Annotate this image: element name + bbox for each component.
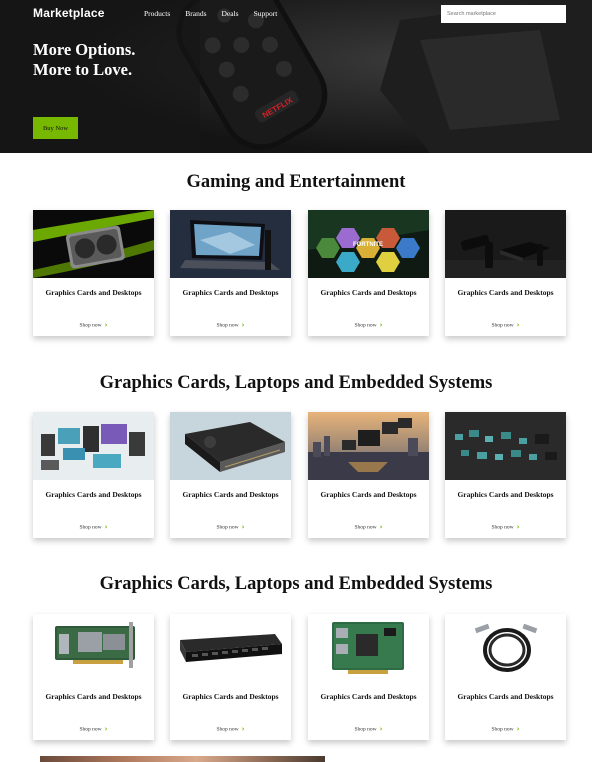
chevron-right-icon: › xyxy=(516,523,520,531)
game-collage-image: FORTNITE xyxy=(308,210,429,278)
chevron-right-icon: › xyxy=(241,321,245,329)
hero-headline-line2: More to Love. xyxy=(33,60,133,79)
gaming-laptop-image xyxy=(170,210,291,278)
shop-now-label: Shop now xyxy=(354,322,377,329)
product-card[interactable]: Graphics Cards and Desktops Shop now › xyxy=(170,614,291,740)
shop-now-label: Shop now xyxy=(216,524,239,531)
nav-products[interactable]: Products xyxy=(144,9,170,18)
next-section-image-edge xyxy=(40,756,325,762)
dpu-card-image xyxy=(308,614,429,682)
shop-now-label: Shop now xyxy=(216,726,239,733)
product-card[interactable]: Graphics Cards and Desktops Shop now › xyxy=(33,210,154,336)
nav-deals[interactable]: Deals xyxy=(222,9,239,18)
brand-logo[interactable]: Marketplace xyxy=(33,6,105,20)
shop-now-link[interactable]: Shop now › xyxy=(445,725,566,733)
chevron-right-icon: › xyxy=(104,725,108,733)
hero-headline: More Options. More to Love. xyxy=(33,40,135,80)
card-title: Graphics Cards and Desktops xyxy=(182,288,279,297)
hero-headline-line1: More Options. xyxy=(33,40,136,59)
shop-now-link[interactable]: Shop now › xyxy=(308,523,429,531)
product-card[interactable]: Graphics Cards and Desktops Shop now › xyxy=(308,412,429,538)
buy-now-button[interactable]: Buy Now xyxy=(33,117,78,139)
main-nav: Products Brands Deals Support xyxy=(144,9,292,18)
shop-now-link[interactable]: Shop now › xyxy=(170,523,291,531)
embedded-modules-image xyxy=(445,412,566,480)
cable-image xyxy=(445,614,566,682)
svg-text:FORTNITE: FORTNITE xyxy=(353,242,383,248)
network-switch-image xyxy=(170,614,291,682)
card-title: Graphics Cards and Desktops xyxy=(320,692,417,701)
shop-now-label: Shop now xyxy=(216,322,239,329)
shop-now-link[interactable]: Shop now › xyxy=(170,725,291,733)
shop-now-link[interactable]: Shop now › xyxy=(170,321,291,329)
card-title: Graphics Cards and Desktops xyxy=(457,692,554,701)
shop-now-label: Shop now xyxy=(79,726,102,733)
card-title: Graphics Cards and Desktops xyxy=(182,692,279,701)
product-card[interactable]: Graphics Cards and Desktops Shop now › xyxy=(170,412,291,538)
card-title: Graphics Cards and Desktops xyxy=(45,490,142,499)
shop-now-label: Shop now xyxy=(354,726,377,733)
card-title: Graphics Cards and Desktops xyxy=(182,490,279,499)
shop-now-link[interactable]: Shop now › xyxy=(33,523,154,531)
product-card[interactable]: Graphics Cards and Desktops Shop now › xyxy=(33,614,154,740)
shop-now-link[interactable]: Shop now › xyxy=(445,523,566,531)
chevron-right-icon: › xyxy=(104,523,108,531)
graphics-card-image xyxy=(33,210,154,278)
product-card[interactable]: Graphics Cards and Desktops Shop now › xyxy=(170,210,291,336)
shop-now-link[interactable]: Shop now › xyxy=(33,725,154,733)
streaming-devices-image xyxy=(445,210,566,278)
chevron-right-icon: › xyxy=(516,321,520,329)
product-card[interactable]: FORTNITE Graphics Cards and Desktops Sho… xyxy=(308,210,429,336)
hero-banner: NETFLIX Marketplace Products Brands Deal… xyxy=(0,0,592,153)
pro-gpu-image xyxy=(170,412,291,480)
shop-now-label: Shop now xyxy=(79,524,102,531)
shop-now-label: Shop now xyxy=(491,524,514,531)
shop-now-link[interactable]: Shop now › xyxy=(308,725,429,733)
product-card[interactable]: Graphics Cards and Desktops Shop now › xyxy=(445,210,566,336)
city-robotics-image xyxy=(308,412,429,480)
chevron-right-icon: › xyxy=(516,725,520,733)
shop-now-link[interactable]: Shop now › xyxy=(308,321,429,329)
section-title-gaming: Gaming and Entertainment xyxy=(186,172,406,192)
shop-now-label: Shop now xyxy=(79,322,102,329)
nav-brands[interactable]: Brands xyxy=(185,9,206,18)
section-title-graphics: Graphics Cards, Laptops and Embedded Sys… xyxy=(99,373,493,393)
shop-now-link[interactable]: Shop now › xyxy=(33,321,154,329)
section-title-networking: Graphics Cards, Laptops and Embedded Sys… xyxy=(99,574,493,594)
product-card[interactable]: Graphics Cards and Desktops Shop now › xyxy=(33,412,154,538)
chevron-right-icon: › xyxy=(379,523,383,531)
chevron-right-icon: › xyxy=(379,321,383,329)
chevron-right-icon: › xyxy=(104,321,108,329)
search-input[interactable] xyxy=(441,5,566,23)
shop-now-label: Shop now xyxy=(491,726,514,733)
shop-now-label: Shop now xyxy=(491,322,514,329)
network-adapter-image xyxy=(33,614,154,682)
card-title: Graphics Cards and Desktops xyxy=(45,288,142,297)
workstations-image xyxy=(33,412,154,480)
card-title: Graphics Cards and Desktops xyxy=(320,490,417,499)
chevron-right-icon: › xyxy=(241,523,245,531)
card-title: Graphics Cards and Desktops xyxy=(320,288,417,297)
product-card[interactable]: Graphics Cards and Desktops Shop now › xyxy=(445,412,566,538)
card-title: Graphics Cards and Desktops xyxy=(457,490,554,499)
card-title: Graphics Cards and Desktops xyxy=(457,288,554,297)
nav-support[interactable]: Support xyxy=(254,9,278,18)
product-card[interactable]: Graphics Cards and Desktops Shop now › xyxy=(445,614,566,740)
shop-now-label: Shop now xyxy=(354,524,377,531)
card-title: Graphics Cards and Desktops xyxy=(45,692,142,701)
product-card[interactable]: Graphics Cards and Desktops Shop now › xyxy=(308,614,429,740)
chevron-right-icon: › xyxy=(379,725,383,733)
chevron-right-icon: › xyxy=(241,725,245,733)
shop-now-link[interactable]: Shop now › xyxy=(445,321,566,329)
